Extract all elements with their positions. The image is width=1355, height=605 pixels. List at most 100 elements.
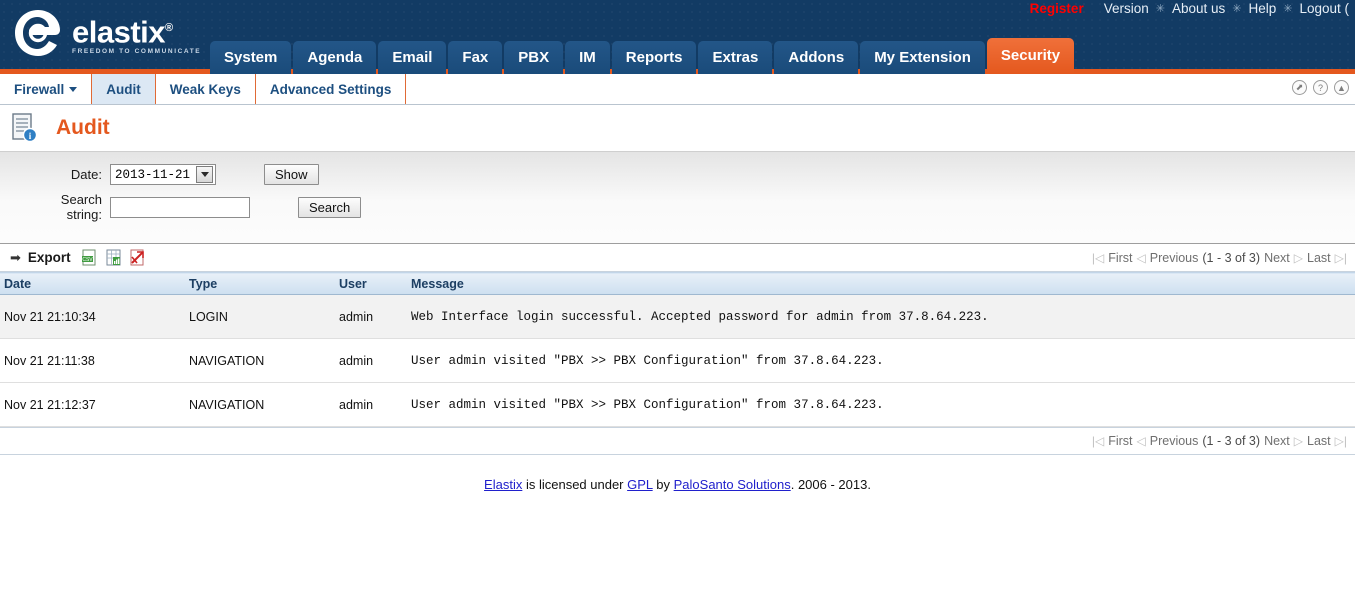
last-page-icon[interactable]: ▷| — [1335, 434, 1347, 448]
date-filter-row: Date: 2013-11-21 Show — [0, 164, 1355, 185]
column-header-date[interactable]: Date — [0, 272, 185, 295]
cell-type: NAVIGATION — [185, 338, 335, 383]
version-link[interactable]: Version — [1098, 1, 1155, 16]
tab-addons[interactable]: Addons — [774, 41, 859, 74]
registered-mark: ® — [165, 21, 173, 34]
popup-window-icon[interactable]: ⬈ — [1292, 80, 1307, 95]
subnav-icon-group: ⬈ ? ▲ — [1292, 80, 1349, 95]
first-page-icon[interactable]: |◁ — [1092, 434, 1104, 448]
table-row: Nov 21 21:10:34 LOGIN admin Web Interfac… — [0, 294, 1355, 339]
chevron-down-icon — [196, 166, 214, 183]
export-label: Export — [27, 250, 71, 265]
cell-user: admin — [335, 382, 407, 427]
filter-panel: Date: 2013-11-21 Show Search string: Sea… — [0, 152, 1355, 244]
search-label-line1: Search — [60, 192, 102, 207]
pagination-top: |◁ First ◁ Previous (1 - 3 of 3) Next ▷ … — [1092, 251, 1347, 265]
tab-agenda[interactable]: Agenda — [293, 41, 377, 74]
brand-name: elastix — [72, 14, 166, 50]
cell-user: admin — [335, 294, 407, 339]
table-toolbar-bottom: |◁ First ◁ Previous (1 - 3 of 3) Next ▷ … — [0, 427, 1355, 455]
subnav-item-weak-keys[interactable]: Weak Keys — [156, 74, 256, 104]
logout-link[interactable]: Logout ( — [1293, 1, 1355, 16]
last-page-label[interactable]: Last — [1307, 251, 1331, 265]
cell-type: NAVIGATION — [185, 382, 335, 427]
cell-date: Nov 21 21:11:38 — [0, 338, 185, 383]
first-page-icon[interactable]: |◁ — [1092, 251, 1104, 265]
column-header-type[interactable]: Type — [185, 272, 335, 295]
page-footer: Elastix is licensed under GPL by PaloSan… — [0, 477, 1355, 492]
search-label-line2: string: — [66, 207, 102, 222]
subnav-label-firewall: Firewall — [14, 81, 65, 97]
brand-tagline: FREEDOM TO COMMUNICATE — [72, 48, 202, 56]
subnav-label-weak-keys: Weak Keys — [169, 81, 241, 97]
register-link[interactable]: Register — [1024, 1, 1098, 16]
separator-icon: ✳ — [1155, 3, 1165, 15]
tab-pbx[interactable]: PBX — [504, 41, 564, 74]
last-page-label[interactable]: Last — [1307, 434, 1331, 448]
help-icon[interactable]: ? — [1313, 80, 1328, 95]
subnav-item-audit[interactable]: Audit — [92, 74, 156, 104]
tab-extras[interactable]: Extras — [698, 41, 773, 74]
chevron-down-icon — [69, 86, 78, 92]
elastix-logo-icon — [15, 10, 60, 56]
previous-page-icon[interactable]: ◁ — [1137, 251, 1146, 265]
subnav-item-advanced-settings[interactable]: Advanced Settings — [256, 74, 407, 104]
table-toolbar-top: ➡ Export CSV |◁ First ◁ Previous (1 - 3 … — [0, 244, 1355, 272]
column-header-message[interactable]: Message — [407, 272, 1355, 295]
table-row: Nov 21 21:12:37 NAVIGATION admin User ad… — [0, 382, 1355, 427]
app-header: elastix® FREEDOM TO COMMUNICATE Register… — [0, 0, 1355, 74]
table-row: Nov 21 21:11:38 NAVIGATION admin User ad… — [0, 338, 1355, 383]
first-page-label[interactable]: First — [1108, 434, 1132, 448]
separator-icon: ✳ — [1232, 3, 1242, 15]
search-label: Search string: — [0, 192, 110, 222]
brand-logo[interactable]: elastix® FREEDOM TO COMMUNICATE — [10, 6, 201, 62]
utility-links: Register Version ✳ About us ✳ Help ✳ Log… — [1024, 1, 1355, 16]
scroll-top-icon[interactable]: ▲ — [1334, 80, 1349, 95]
page-range: (1 - 3 of 3) — [1202, 434, 1261, 448]
about-us-link[interactable]: About us — [1166, 1, 1231, 16]
previous-page-icon[interactable]: ◁ — [1137, 434, 1146, 448]
next-page-label[interactable]: Next — [1264, 434, 1290, 448]
previous-page-label[interactable]: Previous — [1150, 434, 1199, 448]
gpl-link[interactable]: GPL — [627, 477, 653, 492]
next-page-icon[interactable]: ▷ — [1294, 434, 1303, 448]
show-button[interactable]: Show — [264, 164, 319, 185]
search-input[interactable] — [110, 196, 250, 218]
tab-im[interactable]: IM — [565, 41, 610, 74]
subnav-label-audit: Audit — [106, 81, 141, 97]
search-button[interactable]: Search — [298, 196, 362, 218]
export-group: ➡ Export CSV — [10, 249, 146, 266]
export-csv-icon[interactable]: CSV — [81, 249, 98, 266]
pagination-bottom: |◁ First ◁ Previous (1 - 3 of 3) Next ▷ … — [1092, 434, 1347, 448]
date-select[interactable]: 2013-11-21 — [110, 164, 217, 185]
tab-email[interactable]: Email — [378, 41, 447, 74]
tab-security[interactable]: Security — [986, 38, 1075, 74]
cell-message: Web Interface login successful. Accepted… — [407, 294, 1355, 339]
tab-reports[interactable]: Reports — [611, 41, 697, 74]
tab-system[interactable]: System — [210, 41, 292, 74]
next-page-label[interactable]: Next — [1264, 251, 1290, 265]
cell-user: admin — [335, 338, 407, 383]
elastix-link[interactable]: Elastix — [484, 477, 522, 492]
palosanto-link[interactable]: PaloSanto Solutions — [674, 477, 791, 492]
column-header-user[interactable]: User — [335, 272, 407, 295]
last-page-icon[interactable]: ▷| — [1335, 251, 1347, 265]
subnav-label-advanced-settings: Advanced Settings — [269, 81, 392, 97]
subnav-item-firewall[interactable]: Firewall — [0, 74, 93, 104]
page-title-bar: i Audit — [0, 105, 1355, 152]
export-pdf-icon[interactable] — [129, 249, 146, 266]
previous-page-label[interactable]: Previous — [1150, 251, 1199, 265]
cell-date: Nov 21 21:10:34 — [0, 294, 185, 339]
next-page-icon[interactable]: ▷ — [1294, 251, 1303, 265]
export-arrow-icon: ➡ — [10, 249, 21, 265]
page-range: (1 - 3 of 3) — [1202, 250, 1261, 265]
help-link[interactable]: Help — [1242, 1, 1282, 16]
cell-message: User admin visited "PBX >> PBX Configura… — [407, 382, 1355, 427]
date-select-value: 2013-11-21 — [115, 167, 191, 182]
footer-text-1: is licensed under — [522, 477, 628, 492]
export-excel-icon[interactable] — [105, 249, 122, 266]
footer-text-2: by — [652, 477, 674, 492]
tab-my-extension[interactable]: My Extension — [860, 41, 985, 74]
tab-fax[interactable]: Fax — [448, 41, 503, 74]
first-page-label[interactable]: First — [1108, 251, 1132, 265]
